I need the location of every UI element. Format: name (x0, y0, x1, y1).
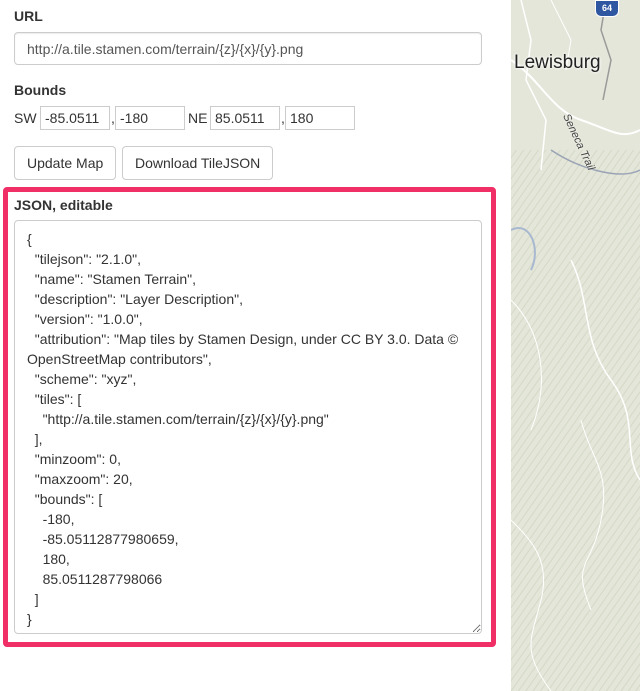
terrain-map-graphic (511, 0, 640, 691)
route-shield: 64 (595, 0, 619, 17)
ne-lat-input[interactable] (210, 106, 280, 130)
json-editor-textarea[interactable]: { "tilejson": "2.1.0", "name": "Stamen T… (14, 220, 482, 634)
tilejson-form-panel: URL Bounds SW , NE , Update Map Download… (0, 0, 511, 691)
update-map-button[interactable]: Update Map (14, 146, 117, 180)
sw-lng-input[interactable] (115, 106, 185, 130)
url-input[interactable] (14, 32, 482, 65)
sw-lat-input[interactable] (40, 106, 110, 130)
ne-label: NE (188, 110, 208, 126)
ne-lng-input[interactable] (285, 106, 355, 130)
bounds-label: Bounds (14, 82, 67, 98)
map-view[interactable]: 64 Lewisburg Seneca Trail (511, 0, 640, 691)
sw-label: SW (14, 110, 37, 126)
download-tilejson-button[interactable]: Download TileJSON (122, 146, 274, 180)
json-editor-label: JSON, editable (14, 197, 113, 213)
url-label: URL (14, 8, 43, 24)
city-label: Lewisburg (514, 52, 601, 73)
